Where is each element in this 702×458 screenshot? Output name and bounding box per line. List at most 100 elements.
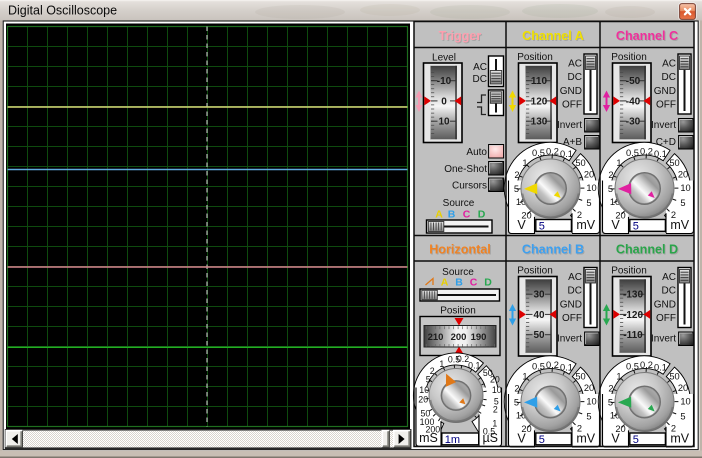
svg-text:Channel D: Channel D <box>616 243 678 257</box>
svg-text:50: 50 <box>421 408 431 418</box>
svg-text:AC: AC <box>473 62 487 73</box>
svg-text:5: 5 <box>426 375 431 385</box>
svg-text:AC: AC <box>568 59 582 70</box>
svg-text:DC: DC <box>473 74 487 85</box>
svg-text:0.5: 0.5 <box>532 362 545 372</box>
svg-text:OFF: OFF <box>656 100 676 111</box>
svg-text:5: 5 <box>514 398 519 408</box>
svg-text:20: 20 <box>584 383 594 393</box>
svg-text:1: 1 <box>522 372 527 382</box>
svg-text:Digital Oscilloscope: Digital Oscilloscope <box>8 4 117 18</box>
svg-text:5: 5 <box>680 412 685 422</box>
svg-text:0.1: 0.1 <box>560 149 573 159</box>
svg-text:5: 5 <box>539 220 545 232</box>
svg-text:2: 2 <box>608 170 613 180</box>
svg-text:30: 30 <box>533 290 545 301</box>
svg-text:10: 10 <box>438 117 450 128</box>
svg-text:AC: AC <box>568 272 582 283</box>
svg-text:B: B <box>455 277 463 289</box>
svg-text:20: 20 <box>678 170 688 180</box>
svg-text:10: 10 <box>680 397 690 407</box>
svg-text:5: 5 <box>680 198 685 208</box>
svg-text:Source: Source <box>443 198 475 209</box>
svg-text:OFF: OFF <box>656 313 676 324</box>
svg-text:50: 50 <box>533 330 545 341</box>
svg-text:Channel A: Channel A <box>522 29 584 43</box>
svg-text:Level: Level <box>432 53 456 64</box>
svg-text:2: 2 <box>430 366 435 376</box>
svg-text:5: 5 <box>608 184 613 194</box>
svg-text:Position: Position <box>440 306 476 317</box>
svg-text:A: A <box>435 209 443 221</box>
svg-text:1: 1 <box>522 158 527 168</box>
svg-text:Channel C: Channel C <box>616 29 678 43</box>
svg-text:OFF: OFF <box>562 313 582 324</box>
svg-text:Cursors: Cursors <box>452 181 487 192</box>
svg-text:0.1: 0.1 <box>468 361 480 371</box>
svg-text:B: B <box>448 209 456 221</box>
svg-text:0.5: 0.5 <box>532 148 545 158</box>
svg-text:110: 110 <box>531 76 548 87</box>
svg-text:Invert: Invert <box>557 334 582 345</box>
svg-text:50: 50 <box>669 158 679 168</box>
svg-text:GND: GND <box>560 299 582 310</box>
svg-text:Trigger: Trigger <box>439 29 482 43</box>
svg-text:Position: Position <box>611 266 647 277</box>
svg-text:2: 2 <box>608 384 613 394</box>
svg-text:Position: Position <box>517 266 553 277</box>
svg-text:DC: DC <box>568 72 582 83</box>
svg-text:5: 5 <box>539 434 545 446</box>
svg-text:Invert: Invert <box>651 120 676 131</box>
svg-text:Channel B: Channel B <box>522 243 584 257</box>
svg-text:20: 20 <box>418 394 428 404</box>
svg-text:Auto: Auto <box>466 147 487 158</box>
svg-text:120: 120 <box>531 96 548 107</box>
svg-text:Position: Position <box>611 52 647 63</box>
svg-text:Invert: Invert <box>651 334 676 345</box>
svg-text:50: 50 <box>669 372 679 382</box>
svg-text:AC: AC <box>662 59 676 70</box>
svg-text:0.2: 0.2 <box>546 360 559 370</box>
svg-text:5: 5 <box>586 198 591 208</box>
svg-text:V: V <box>517 218 526 232</box>
svg-text:-30: -30 <box>626 117 641 128</box>
svg-text:10: 10 <box>586 183 596 193</box>
svg-text:190: 190 <box>471 332 487 343</box>
svg-text:DC: DC <box>662 286 676 297</box>
svg-text:-110: -110 <box>623 330 643 341</box>
svg-text:2: 2 <box>493 405 498 415</box>
svg-text:-40: -40 <box>626 96 641 107</box>
svg-text:Horizontal: Horizontal <box>429 243 491 257</box>
svg-text:DC: DC <box>568 286 582 297</box>
svg-text:C: C <box>463 209 471 221</box>
svg-text:A: A <box>441 277 449 289</box>
svg-text:-130: -130 <box>623 290 643 301</box>
svg-text:50: 50 <box>575 372 585 382</box>
svg-text:-10: -10 <box>437 76 452 87</box>
svg-text:5: 5 <box>633 220 639 232</box>
svg-text:0.5: 0.5 <box>626 148 639 158</box>
svg-text:mV: mV <box>670 432 689 446</box>
svg-text:µS: µS <box>482 431 498 445</box>
svg-text:10: 10 <box>492 385 502 395</box>
svg-text:V: V <box>611 432 620 446</box>
svg-text:-50: -50 <box>626 76 641 87</box>
svg-text:mV: mV <box>576 432 595 446</box>
svg-text:2: 2 <box>514 170 519 180</box>
svg-text:10: 10 <box>680 183 690 193</box>
svg-text:1m: 1m <box>445 434 460 446</box>
svg-text:0.2: 0.2 <box>640 360 653 370</box>
svg-text:40: 40 <box>533 310 545 321</box>
svg-text:5: 5 <box>514 184 519 194</box>
svg-text:mV: mV <box>670 218 689 232</box>
svg-text:5: 5 <box>586 412 591 422</box>
svg-text:1: 1 <box>616 372 621 382</box>
svg-text:50: 50 <box>575 158 585 168</box>
svg-text:GND: GND <box>560 86 582 97</box>
svg-text:C: C <box>470 277 478 289</box>
svg-text:20: 20 <box>678 383 688 393</box>
svg-text:10: 10 <box>419 385 429 395</box>
svg-text:0.1: 0.1 <box>560 363 573 373</box>
svg-text:10: 10 <box>586 397 596 407</box>
svg-text:0.2: 0.2 <box>640 147 653 157</box>
